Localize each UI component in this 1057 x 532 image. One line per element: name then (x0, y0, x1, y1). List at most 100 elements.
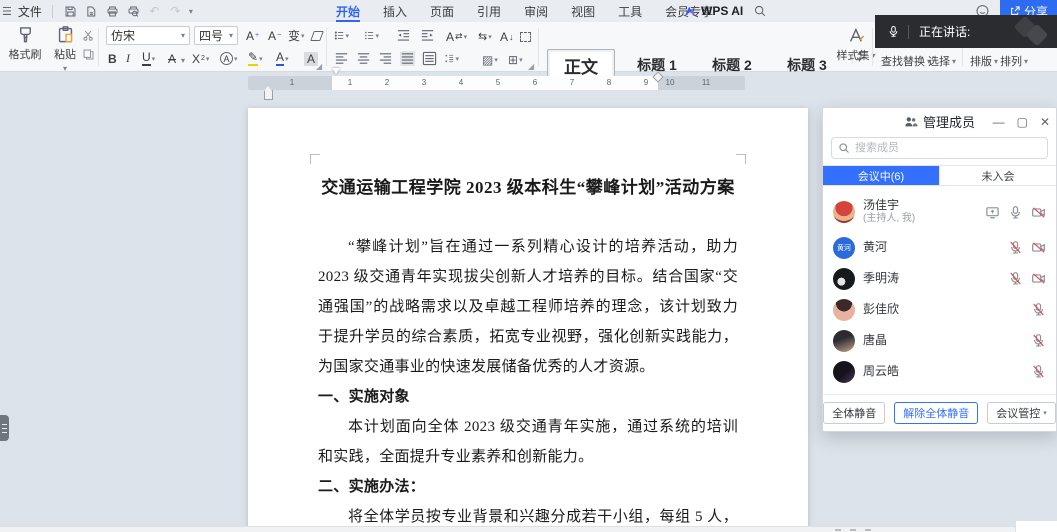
export-icon[interactable] (84, 4, 99, 19)
mic-off-icon[interactable] (1008, 240, 1023, 255)
save-icon[interactable] (63, 4, 78, 19)
unmute-all-button[interactable]: 解除全体静音 (894, 402, 978, 424)
highlight-color-icon[interactable]: ✎▾ (248, 50, 263, 67)
print-preview-icon[interactable] (126, 4, 141, 19)
tab-view[interactable]: 视图 (569, 0, 597, 22)
increase-indent-icon[interactable] (420, 28, 435, 43)
meeting-control-button[interactable]: 会议管控▾ (987, 402, 1056, 424)
underline-icon[interactable]: U▾ (142, 50, 155, 67)
search-icon[interactable] (752, 3, 767, 18)
mic-off-icon[interactable] (1031, 364, 1046, 379)
shading-icon[interactable]: ▨▾ (482, 51, 498, 68)
mic-on-icon[interactable] (1008, 205, 1023, 220)
member-row[interactable]: 彭佳欣 (833, 294, 1046, 325)
member-search-input[interactable] (855, 142, 1041, 154)
strikethrough-icon[interactable]: A (168, 50, 176, 67)
cjk-layout-icon[interactable]: ⇆▾ (478, 28, 492, 45)
mic-off-icon[interactable] (1031, 302, 1046, 317)
member-search-box[interactable] (831, 137, 1048, 159)
tab-reference[interactable]: 引用 (475, 0, 503, 22)
sidebar-collapse-handle[interactable] (0, 415, 9, 441)
align-justify-icon[interactable] (400, 51, 415, 66)
paragraph-dialog-launcher[interactable]: ◢ (528, 62, 534, 71)
camera-off-icon[interactable] (1031, 205, 1046, 220)
member-row[interactable]: 唐晶 (833, 325, 1046, 356)
camera-off-icon[interactable] (1031, 271, 1046, 286)
grow-font-icon[interactable]: A+ (246, 27, 259, 44)
quickbar-more-icon[interactable]: ▾ (189, 7, 193, 16)
redo-icon[interactable]: ↷ (168, 4, 183, 19)
member-role: (主持人, 我) (863, 212, 977, 225)
tab-page[interactable]: 页面 (428, 0, 456, 22)
maximize-icon[interactable]: ▢ (1017, 115, 1028, 129)
line-spacing-icon[interactable]: ▾ (444, 51, 459, 66)
tab-wps-ai[interactable]: WPS AI (683, 0, 743, 22)
minimize-icon[interactable]: — (993, 115, 1005, 129)
format-painter-button[interactable]: 格式刷 (6, 25, 44, 62)
typeset-button[interactable]: 排版▾ (970, 53, 998, 69)
align-right-icon[interactable] (378, 51, 393, 66)
mic-off-icon[interactable] (1008, 271, 1023, 286)
manage-members-panel: 管理成员 — ▢ ✕ 会议中(6) 未入会 汤佳宇 (主持人, 我) (822, 107, 1057, 432)
align-distribute-icon[interactable] (422, 51, 437, 66)
align-left-icon[interactable] (334, 51, 349, 66)
tab-insert[interactable]: 插入 (381, 0, 409, 22)
file-menu[interactable]: 文件 (18, 3, 42, 20)
style-heading-3[interactable]: 标题 3 (772, 49, 842, 81)
cut-icon[interactable] (80, 28, 96, 42)
mic-off-icon[interactable] (1031, 333, 1046, 348)
mic-icon (887, 25, 900, 38)
first-line-indent-marker[interactable] (332, 68, 340, 74)
bold-icon[interactable]: B (108, 50, 117, 67)
decrease-indent-icon[interactable] (396, 28, 411, 43)
panel-footer: 全体静音 解除全体静音 会议管控▾ (823, 394, 1056, 431)
scrollbar-corner[interactable] (1015, 521, 1057, 532)
member-row[interactable]: 周云皓 (833, 356, 1046, 387)
more-text-effects-icon[interactable]: A▾ (220, 50, 238, 67)
close-icon[interactable]: ✕ (1040, 115, 1050, 129)
align-center-icon[interactable] (356, 51, 371, 66)
members-icon (904, 115, 918, 129)
search-icon (838, 142, 850, 154)
font-size-select[interactable]: 四号▾ (194, 26, 238, 45)
paste-button[interactable]: 粘贴▾ (46, 25, 84, 73)
shrink-font-icon[interactable]: A− (268, 27, 281, 44)
numbered-list-icon[interactable]: ▾ (364, 28, 379, 43)
mute-all-button[interactable]: 全体静音 (823, 402, 885, 424)
horizontal-ruler[interactable]: 1 1 2 3 4 5 6 7 8 9 10 11 (248, 76, 745, 90)
tab-home[interactable]: 开始 (334, 0, 362, 22)
undo-icon[interactable]: ↶ (147, 4, 162, 19)
print-icon[interactable] (105, 4, 120, 19)
sort-icon[interactable]: A↓ (500, 28, 514, 45)
ribbon-tabs: 开始 插入 页面 引用 审阅 视图 工具 会员专享 (334, 0, 715, 22)
wps-ai-logo-icon (683, 5, 697, 18)
font-dialog-launcher[interactable]: ◢ (316, 62, 322, 71)
phonetic-guide-icon[interactable]: 变▾ (288, 27, 305, 44)
bullet-list-icon[interactable]: ▾ (334, 28, 349, 43)
font-name-select[interactable]: 仿宋▾ (106, 26, 190, 45)
member-row[interactable]: 黄河 黄河 (833, 232, 1046, 263)
copy-icon[interactable] (80, 47, 96, 61)
text-direction-icon[interactable]: A⇄▾ (446, 28, 467, 45)
screen-share-icon[interactable] (985, 205, 1000, 220)
member-name: 季明涛 (863, 272, 1000, 285)
tab-review[interactable]: 审阅 (522, 0, 550, 22)
left-indent-marker[interactable] (264, 90, 273, 100)
app-menu-icon[interactable]: ☰ (2, 5, 12, 18)
font-color-icon[interactable]: A▾ (276, 50, 289, 67)
member-row[interactable]: 季明涛 (833, 263, 1046, 294)
camera-off-icon[interactable] (1031, 240, 1046, 255)
select-button[interactable]: 选择▾ (928, 53, 956, 69)
tab-not-joined[interactable]: 未入会 (940, 166, 1056, 185)
italic-icon[interactable]: I (126, 50, 130, 67)
arrange-button[interactable]: 排列▾ (1000, 53, 1028, 69)
clear-format-icon[interactable] (312, 27, 322, 44)
find-replace-button[interactable]: 查找替换▾ (881, 53, 931, 69)
tab-in-meeting[interactable]: 会议中(6) (823, 166, 940, 185)
border-icon[interactable]: ⊞▾ (508, 51, 523, 68)
paragraph-marks-icon[interactable] (520, 28, 531, 45)
superscript-icon[interactable]: X2▾ (192, 50, 209, 67)
tab-tools[interactable]: 工具 (616, 0, 644, 22)
document-page[interactable]: 交通运输工程学院 2023 级本科生“攀峰计划”活动方案 “攀峰计划”旨在通过一… (248, 108, 808, 532)
member-row[interactable]: 汤佳宇 (主持人, 我) (833, 192, 1046, 232)
